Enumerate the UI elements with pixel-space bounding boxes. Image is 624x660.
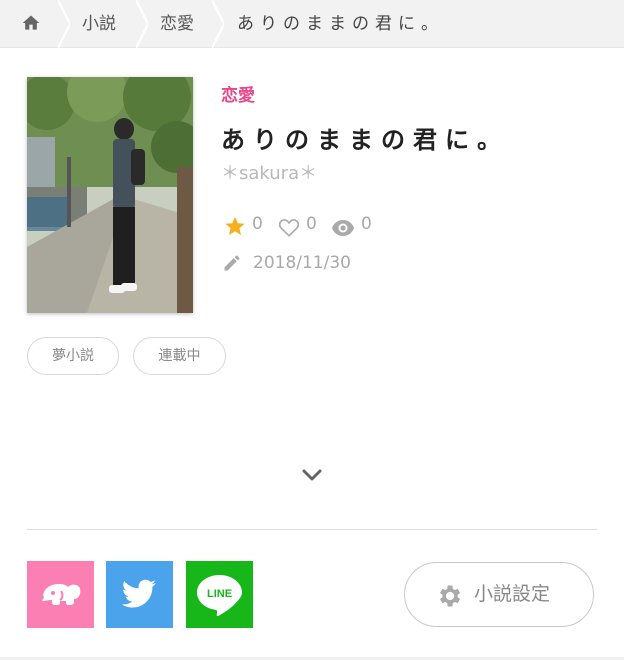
tag-serializing[interactable]: 連載中 [133,337,226,375]
home-icon [22,15,40,30]
line-icon-label: LINE [207,588,232,600]
pencil-icon [224,255,240,271]
tag-dream-novel[interactable]: 夢小説 [27,337,119,375]
breadcrumb-item-novels[interactable]: 小説 [82,0,116,48]
line-share-button[interactable]: LINE [186,561,253,628]
breadcrumb-separator [58,0,70,48]
eye-icon [332,220,354,236]
star-count: 0 [252,214,263,234]
breadcrumb-separator [212,0,224,48]
twitter-icon [121,579,156,608]
novel-settings-label: 小説設定 [474,583,551,605]
updated-date-text: 2018/11/30 [253,253,351,273]
line-icon: LINE [197,575,242,617]
star-icon [225,216,245,235]
novel-settings-button[interactable]: 小説設定 [404,562,594,627]
elephant-share-button[interactable] [27,561,94,628]
heart-icon[interactable] [278,214,300,240]
genre-link[interactable]: 恋愛 [221,81,255,106]
twitter-share-button[interactable] [106,561,173,628]
gear-icon [440,585,461,607]
chevron-down-icon[interactable] [301,466,323,484]
page-title: ありのままの君に。 [221,126,509,154]
author-link[interactable]: ＊sakura＊ [221,159,317,185]
elephant-icon [42,584,81,605]
book-cover-image[interactable] [27,77,193,313]
breadcrumb-home[interactable] [0,0,60,48]
view-count: 0 [361,214,372,234]
breadcrumb: 小説 恋愛 ありのままの君に。 [0,0,624,48]
breadcrumb-item-current: ありのままの君に。 [237,14,444,34]
like-count: 0 [306,214,317,234]
breadcrumb-separator [136,0,148,48]
breadcrumb-item-genre[interactable]: 恋愛 [160,0,194,48]
divider [27,529,597,530]
